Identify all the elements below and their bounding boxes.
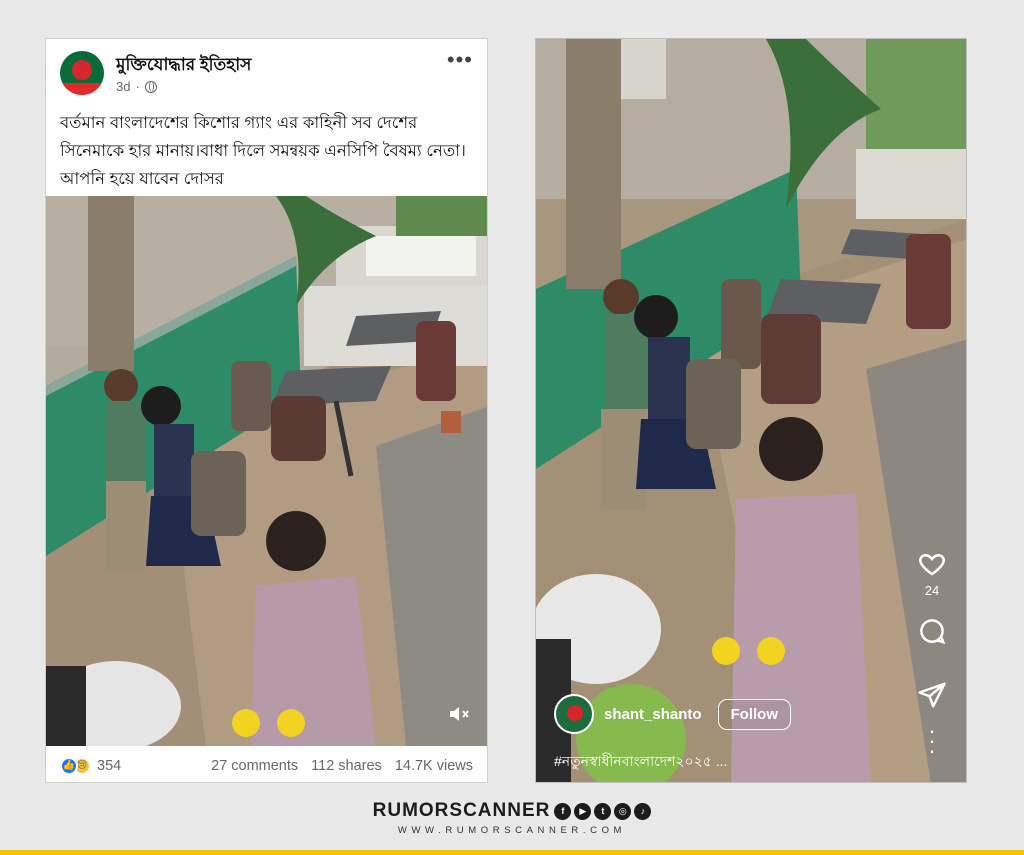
post-footer: 👍 😢 354 27 comments 112 shares 14.7K vie… bbox=[46, 747, 487, 782]
comment-icon[interactable] bbox=[917, 616, 947, 646]
share-icon[interactable] bbox=[917, 680, 947, 710]
mute-icon[interactable] bbox=[447, 702, 471, 726]
page-name[interactable]: মুক্তিযোদ্ধার ইতিহাস bbox=[116, 52, 251, 80]
like-icon: 👍 bbox=[60, 756, 78, 775]
post-text: বর্তমান বাংলাদেশের কিশোর গ্যাং এর কাহিনী… bbox=[60, 114, 466, 188]
page-avatar[interactable] bbox=[60, 51, 104, 95]
reel-video-frame bbox=[536, 39, 966, 782]
shares-count[interactable]: 112 shares bbox=[311, 758, 382, 774]
youtube-icon: ▶ bbox=[574, 802, 592, 820]
reactions-count[interactable]: 354 bbox=[97, 758, 121, 774]
heart-icon[interactable] bbox=[917, 549, 947, 579]
brand-url: WWW.RUMORSCANNER.COM bbox=[397, 825, 627, 836]
username[interactable]: shant_shanto bbox=[604, 706, 702, 723]
globe-icon bbox=[144, 80, 157, 93]
instagram-icon: ◎ bbox=[614, 802, 632, 820]
facebook-post-card: মুক্তিযোদ্ধার ইতিহাস 3d · ••• বর্তমান বা… bbox=[45, 38, 488, 783]
instagram-reel-card[interactable]: 24 · · · shant_shanto Follow #নতুনস্বাধীনব… bbox=[535, 38, 967, 783]
user-avatar[interactable] bbox=[554, 694, 594, 734]
social-icons: f ▶ t ◎ ♪ bbox=[554, 802, 652, 820]
post-time[interactable]: 3d bbox=[116, 79, 130, 94]
comments-count[interactable]: 27 comments bbox=[211, 758, 298, 774]
reel-user: shant_shanto Follow bbox=[554, 694, 792, 734]
accent-bar bbox=[0, 850, 1024, 855]
brand-footer: RUMORSCANNER f ▶ t ◎ ♪ WWW.RUMORSCANNER.… bbox=[0, 800, 1024, 836]
video-frame bbox=[46, 196, 487, 746]
brand-name: RUMORSCANNER bbox=[372, 800, 551, 821]
reel-caption[interactable]: #নতুনস্বাধীনবাংলাদেশ২০২৫ ... bbox=[554, 750, 727, 774]
reel-actions: 24 · · · bbox=[912, 549, 952, 762]
more-options-icon[interactable]: ••• bbox=[447, 49, 473, 71]
reaction-icons[interactable]: 👍 😢 bbox=[60, 756, 91, 775]
follow-button[interactable]: Follow bbox=[717, 698, 792, 730]
tiktok-icon: ♪ bbox=[634, 802, 652, 820]
views-count: 14.7K views bbox=[394, 757, 473, 774]
likes-count[interactable]: 24 bbox=[925, 583, 939, 598]
post-video[interactable] bbox=[46, 196, 487, 746]
twitter-icon: t bbox=[594, 802, 612, 820]
post-header: মুক্তিযোদ্ধার ইতিহাস 3d · ••• bbox=[46, 39, 487, 99]
facebook-icon: f bbox=[554, 802, 572, 820]
post-meta: 3d · bbox=[116, 79, 157, 94]
more-icon[interactable]: · · · bbox=[928, 720, 935, 762]
